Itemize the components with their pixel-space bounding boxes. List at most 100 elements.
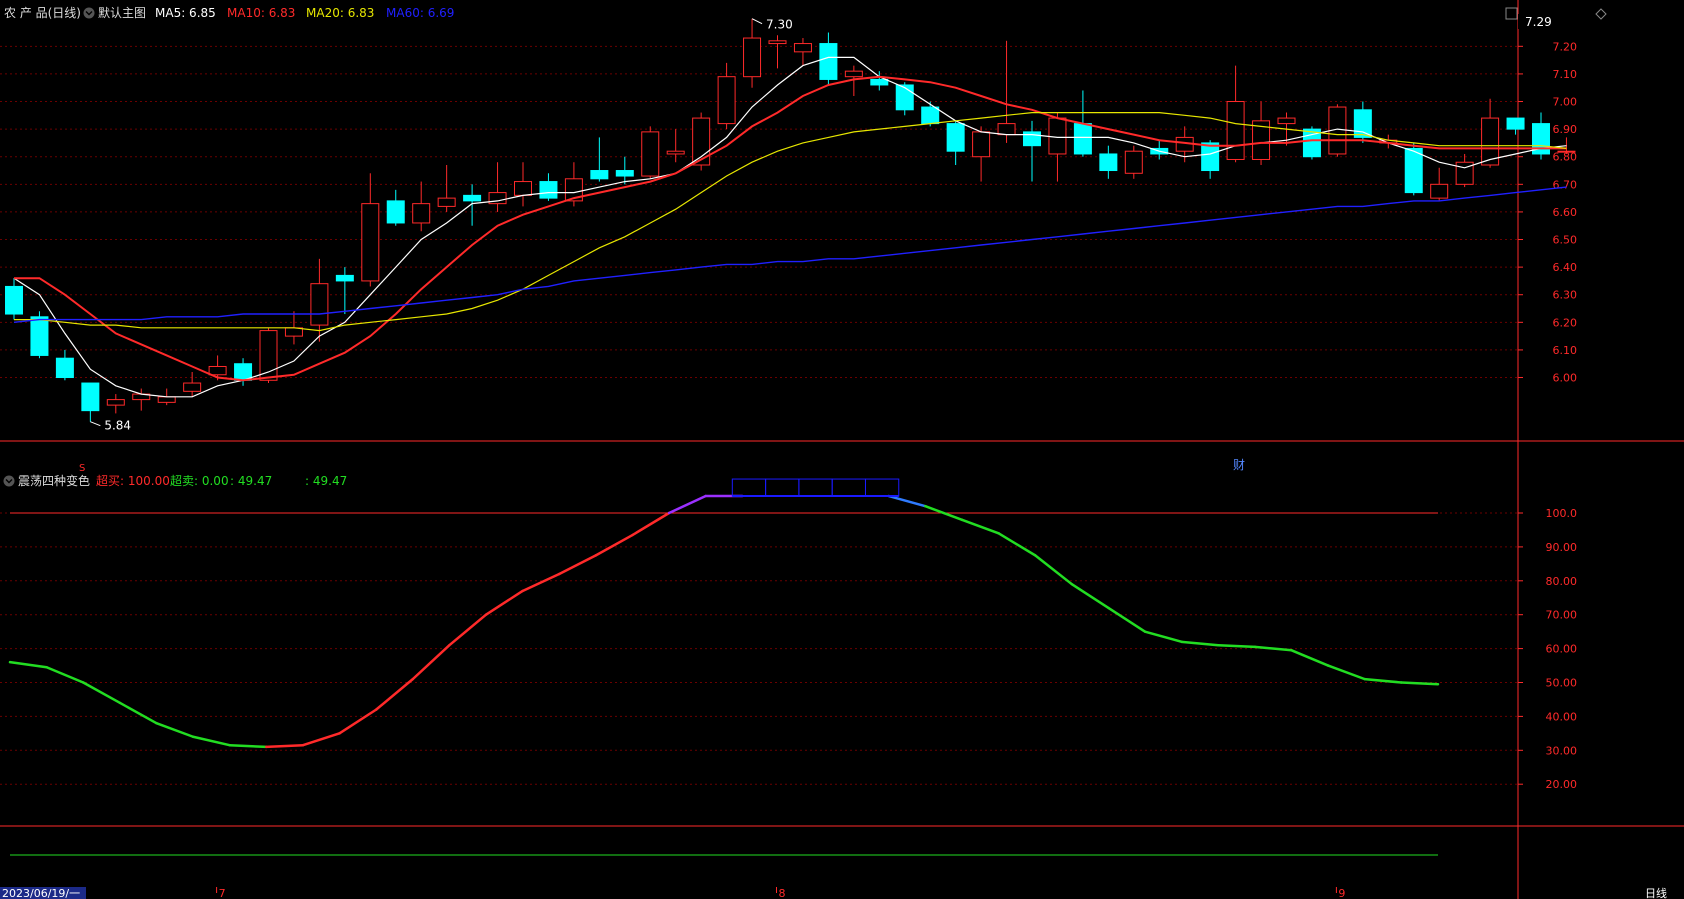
chart-canvas[interactable]: 6.006.106.206.306.406.506.606.706.806.90… (0, 0, 1684, 899)
candle-body (1404, 147, 1423, 194)
finance-marker[interactable]: 财 (1233, 458, 1245, 472)
candle-body (1048, 117, 1067, 155)
y-tick-label: 7.00 (1553, 96, 1578, 109)
y-tick-label: 7.20 (1553, 40, 1578, 53)
collapse-icon[interactable] (3, 475, 15, 487)
candle-body (793, 43, 812, 53)
candle-body (514, 181, 532, 196)
y-tick-label: 6.20 (1553, 316, 1578, 329)
y-tick-label: 6.90 (1553, 123, 1578, 136)
y-tick-label: 6.00 (1553, 372, 1578, 385)
candle-body (412, 203, 431, 224)
candle-body (997, 123, 1016, 136)
candle-body (717, 76, 736, 125)
candle-body (1124, 150, 1143, 174)
candle-body (437, 197, 456, 207)
candle-body (692, 117, 711, 166)
candle-body (615, 170, 634, 177)
oversold-label: 超卖: 0.00 (170, 473, 229, 488)
dropdown-icon[interactable] (83, 7, 95, 19)
candle-body (157, 396, 176, 403)
y-tick-label: 6.30 (1553, 289, 1578, 302)
candle-body (1073, 123, 1092, 155)
candle-body (666, 150, 685, 155)
candle-body (106, 399, 125, 406)
indicator-segment (1400, 681, 1440, 686)
candle-body (386, 200, 405, 224)
template-label[interactable]: 默认主图 (98, 5, 146, 20)
ma60-label: MA60: 6.69 (386, 6, 454, 20)
candle-body (1557, 150, 1576, 153)
main-header: 农 产 品(日线) 默认主图 MA5: 6.85 MA10: 6.83 MA20… (4, 5, 454, 20)
candle-body (1277, 117, 1296, 125)
candle-body (768, 40, 787, 45)
indicator-segment (228, 743, 268, 749)
y-tick-label: 20.00 (1546, 778, 1578, 791)
y-tick-label: 6.10 (1553, 344, 1578, 357)
y-tick-label: 6.70 (1553, 178, 1578, 191)
candle-body (895, 84, 914, 111)
candle-body (946, 123, 965, 152)
y-tick-label: 70.00 (1546, 609, 1578, 622)
ma10-label: MA10: 6.83 (227, 6, 295, 20)
y-tick-label: 6.40 (1553, 261, 1578, 274)
candle-body (819, 43, 838, 80)
y-tick-label: 50.00 (1546, 677, 1578, 690)
date-start-label: 2023/06/19/一 (2, 887, 80, 899)
candle-body (30, 316, 49, 356)
indicator-segment (1217, 643, 1257, 649)
candle-body (284, 327, 303, 337)
candle-body (5, 285, 23, 315)
x-tick-label: 8 (779, 887, 786, 899)
ma20-label: MA20: 6.83 (306, 6, 374, 20)
candle (641, 126, 660, 179)
candle-body (972, 131, 991, 158)
high-annotation: 7.30 (766, 18, 793, 32)
x-tick-label: 9 (1338, 887, 1345, 899)
ma5-label: MA5: 6.85 (155, 6, 216, 20)
candle-body (1201, 142, 1220, 172)
y-tick-label: 40.00 (1546, 710, 1578, 723)
y-tick-label: 6.60 (1553, 206, 1578, 219)
candle-body (81, 382, 100, 412)
candle-body (1430, 183, 1449, 199)
y-tick-label: 30.00 (1546, 744, 1578, 757)
timeframe-label[interactable]: 日线 (1645, 886, 1667, 899)
candle-body (463, 194, 482, 202)
candle-body (208, 365, 227, 376)
y-tick-label: 100.0 (1546, 507, 1578, 520)
candle-body (870, 78, 889, 86)
candle-body (259, 330, 278, 381)
y-tick-label: 90.00 (1546, 541, 1578, 554)
candle-body (921, 106, 940, 125)
candle-body (1353, 109, 1372, 138)
candle-body (844, 70, 863, 78)
indicator-segment (265, 743, 305, 749)
candle-body (361, 203, 380, 282)
candle-body (1226, 101, 1245, 160)
candle-body (183, 382, 202, 392)
candle (259, 327, 278, 384)
s-marker: S (79, 463, 85, 474)
indicator-value-1: : 49.47 (230, 474, 272, 488)
candle (30, 311, 49, 359)
candle-body (743, 37, 762, 78)
indicator-value-2: : 49.47 (305, 474, 347, 488)
candle-body (1099, 153, 1118, 172)
candle-body (335, 274, 354, 282)
x-tick-label: 7 (219, 887, 226, 899)
candle-body (641, 131, 660, 177)
candle-body (539, 181, 558, 199)
candle-body (55, 357, 74, 379)
y-tick-label: 6.50 (1553, 234, 1578, 247)
y-tick-label: 60.00 (1546, 643, 1578, 656)
candle-body (1023, 131, 1041, 147)
y-tick-label: 7.10 (1553, 68, 1578, 81)
y-tick-label: 80.00 (1546, 575, 1578, 588)
chart-title: 农 产 品(日线) (4, 6, 81, 20)
candle-body (310, 283, 329, 326)
indicator-title: 震荡四种变色 (18, 473, 90, 488)
low-annotation: 5.84 (104, 419, 131, 433)
overbought-label: 超买: 100.00 (96, 473, 170, 488)
candle-body (1506, 117, 1525, 130)
